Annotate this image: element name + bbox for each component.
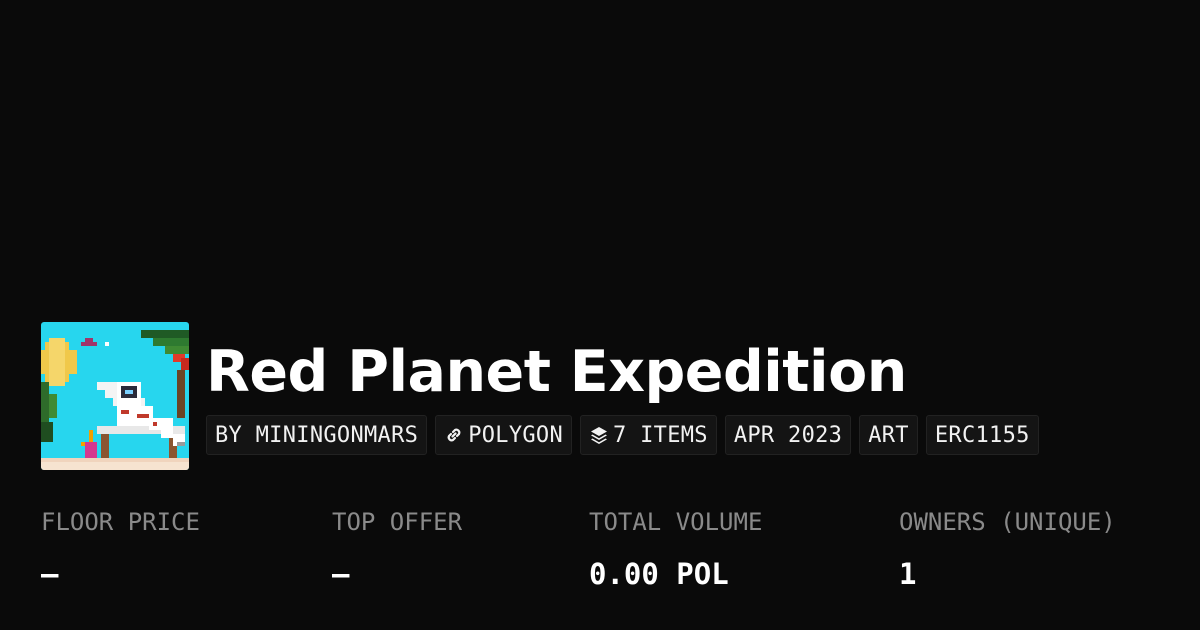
tag-category-label: ART — [868, 422, 909, 448]
stat-owners-value: 1 — [899, 557, 917, 591]
stat-total-volume-value: 0.00 POL — [589, 557, 729, 591]
tag-category[interactable]: ART — [859, 415, 918, 455]
layers-icon — [589, 425, 609, 445]
collection-tags: BY MININGONMARS POLYGON 7 ITEMS APR 2023… — [206, 415, 1039, 455]
stat-floor-price-label: FLOOR PRICE — [41, 508, 200, 536]
tag-standard-label: ERC1155 — [934, 422, 1030, 448]
tag-date[interactable]: APR 2023 — [724, 415, 852, 455]
stat-top-offer-value: – — [332, 557, 350, 591]
stat-total-volume: TOTAL VOLUME 0.00 POL — [589, 505, 762, 591]
astronaut-pixel-art — [41, 322, 189, 470]
tag-items-label: 7 ITEMS — [613, 422, 708, 448]
tag-items[interactable]: 7 ITEMS — [580, 415, 717, 455]
stat-floor-price: FLOOR PRICE – — [41, 505, 200, 591]
tag-creator[interactable]: BY MININGONMARS — [206, 415, 428, 455]
stat-floor-price-value: – — [41, 557, 59, 591]
tag-creator-label: BY MININGONMARS — [215, 422, 419, 448]
collection-title: Red Planet Expedition — [206, 339, 907, 405]
tag-chain[interactable]: POLYGON — [435, 415, 573, 455]
tag-standard[interactable]: ERC1155 — [925, 415, 1039, 455]
stat-top-offer-label: TOP OFFER — [332, 508, 463, 536]
collection-avatar — [41, 322, 189, 470]
tag-chain-label: POLYGON — [468, 422, 564, 448]
tag-date-label: APR 2023 — [733, 422, 843, 448]
stat-top-offer: TOP OFFER – — [332, 505, 462, 591]
stat-owners: OWNERS (UNIQUE) 1 — [899, 505, 1116, 591]
stat-total-volume-label: TOTAL VOLUME — [589, 508, 763, 536]
stat-owners-label: OWNERS (UNIQUE) — [899, 508, 1116, 536]
link-icon — [444, 425, 464, 445]
